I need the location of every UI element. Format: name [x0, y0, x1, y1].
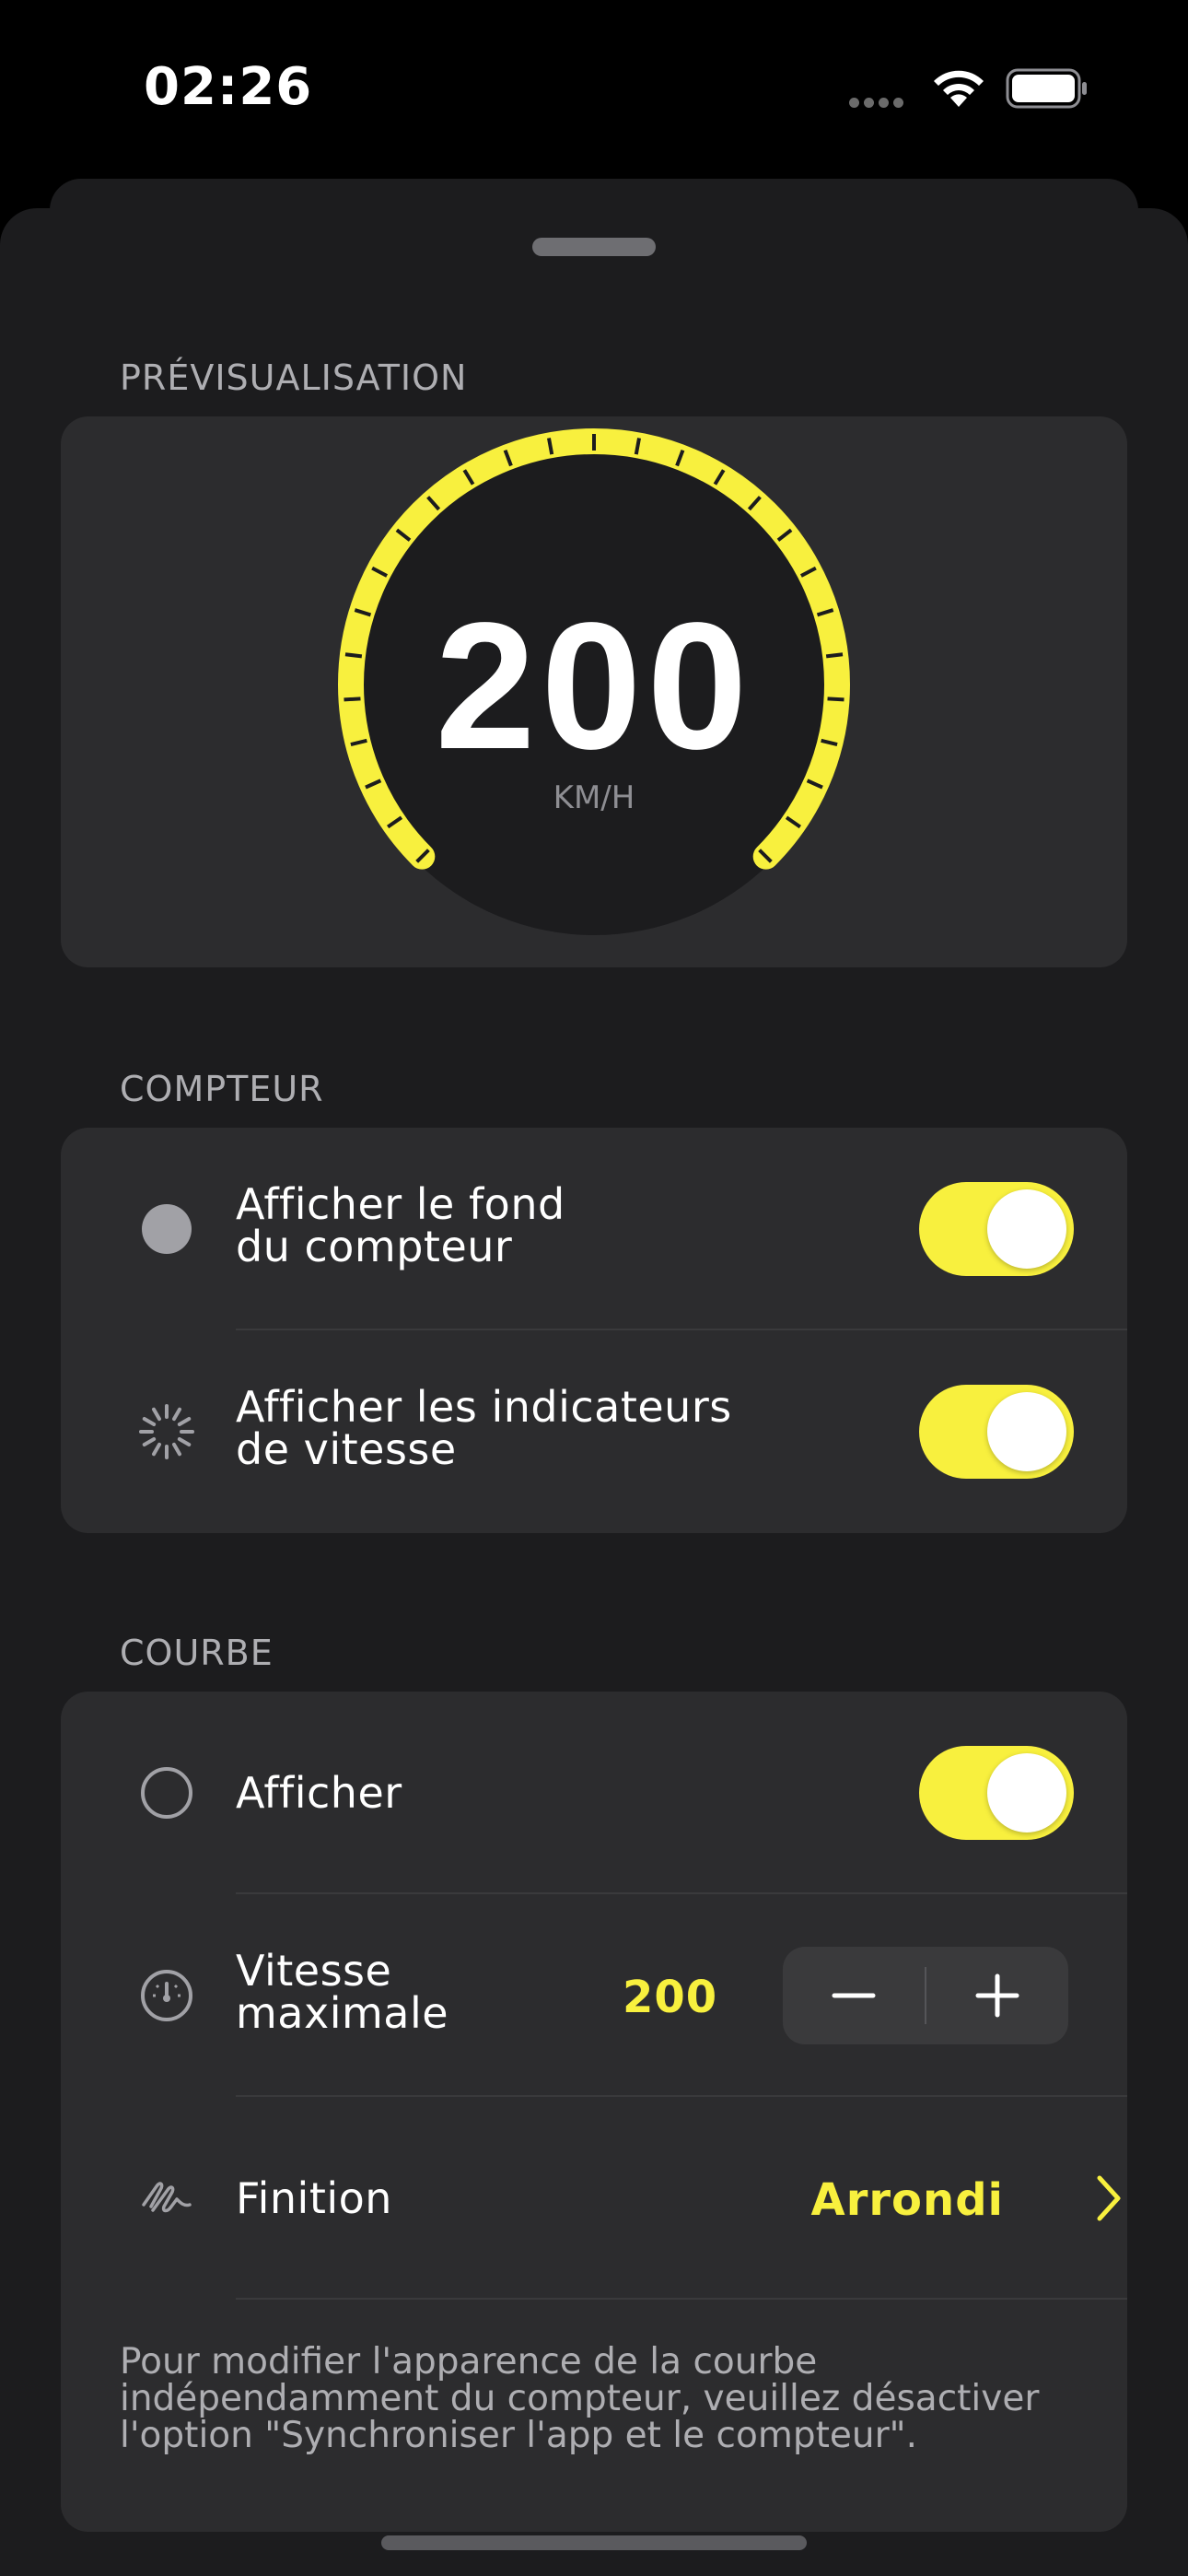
curve-section-title: COURBE — [120, 1633, 274, 1673]
signal-dots-icon — [849, 94, 912, 108]
plus-icon — [975, 1973, 1019, 2018]
show-background-toggle[interactable] — [919, 1182, 1074, 1276]
tick-icon-line — [152, 1442, 161, 1457]
show-curve-toggle[interactable] — [919, 1746, 1074, 1840]
counter-section-title: COMPTEUR — [120, 1069, 324, 1109]
counter-row-indicators: Afficher les indicateurs de vitesse — [61, 1330, 1127, 1533]
tick-icon-line — [177, 1437, 192, 1446]
curve-card: Afficher Vitesse maximale 200 Finition A… — [61, 1692, 1127, 2532]
curve-row-finish[interactable]: Finition Arrondi — [61, 2097, 1127, 2300]
counter-row-background-label: Afficher le fond du compteur — [236, 1179, 565, 1271]
battery-icon — [1006, 68, 1087, 109]
tick-icon-line — [142, 1437, 157, 1446]
gauge-tick — [825, 652, 844, 659]
filled-circle-icon — [142, 1204, 192, 1254]
finish-label: Finition — [236, 2173, 392, 2223]
gauge-speed-value: 200 — [435, 585, 752, 787]
tick-marks-icon — [139, 1404, 194, 1459]
preview-card: 200 KM/H — [61, 416, 1127, 967]
tick-icon-line — [177, 1417, 192, 1426]
status-time: 02:26 — [144, 57, 313, 117]
curve-row-max-speed: Vitesse maximale 200 — [61, 1894, 1127, 2097]
tick-icon-line — [172, 1442, 181, 1457]
speedometer-icon — [141, 1970, 192, 2021]
increment-button[interactable] — [926, 1947, 1068, 2044]
tick-icon-line — [172, 1407, 181, 1422]
divider — [236, 2298, 1127, 2300]
max-speed-stepper — [783, 1947, 1068, 2044]
curve-footer-note: Pour modifier l'apparence de la courbe i… — [120, 2341, 1040, 2456]
max-speed-label: Vitesse maximale — [236, 1946, 449, 2038]
gauge-tick — [344, 652, 363, 659]
curve-show-label: Afficher — [236, 1768, 402, 1818]
scribble-icon — [142, 2182, 192, 2213]
gauge-tick — [827, 697, 844, 702]
gauge-unit: KM/H — [553, 779, 635, 816]
curve-row-show: Afficher — [61, 1692, 1127, 1894]
decrement-button[interactable] — [783, 1947, 925, 2044]
sheet-grabber[interactable] — [532, 238, 656, 256]
minus-icon — [832, 1993, 876, 1998]
counter-row-indicators-label: Afficher les indicateurs de vitesse — [236, 1382, 732, 1474]
gauge-tick — [344, 697, 361, 702]
show-indicators-toggle[interactable] — [919, 1385, 1074, 1479]
counter-row-background: Afficher le fond du compteur — [61, 1128, 1127, 1330]
circle-outline-icon — [141, 1767, 192, 1819]
chevron-right-icon — [1097, 2175, 1121, 2221]
max-speed-value: 200 — [623, 1972, 718, 2023]
finish-value: Arrondi — [810, 2174, 1004, 2226]
tick-icon-line — [142, 1417, 157, 1426]
tick-icon-line — [152, 1407, 161, 1422]
status-bar: 02:26 — [0, 0, 1188, 175]
speedometer-gauge: 200 KM/H — [338, 428, 850, 935]
preview-section-title: PRÉVISUALISATION — [120, 357, 468, 398]
wifi-icon — [934, 70, 984, 107]
home-indicator[interactable] — [381, 2535, 807, 2550]
counter-card: Afficher le fond du compteur Afficher le… — [61, 1128, 1127, 1533]
